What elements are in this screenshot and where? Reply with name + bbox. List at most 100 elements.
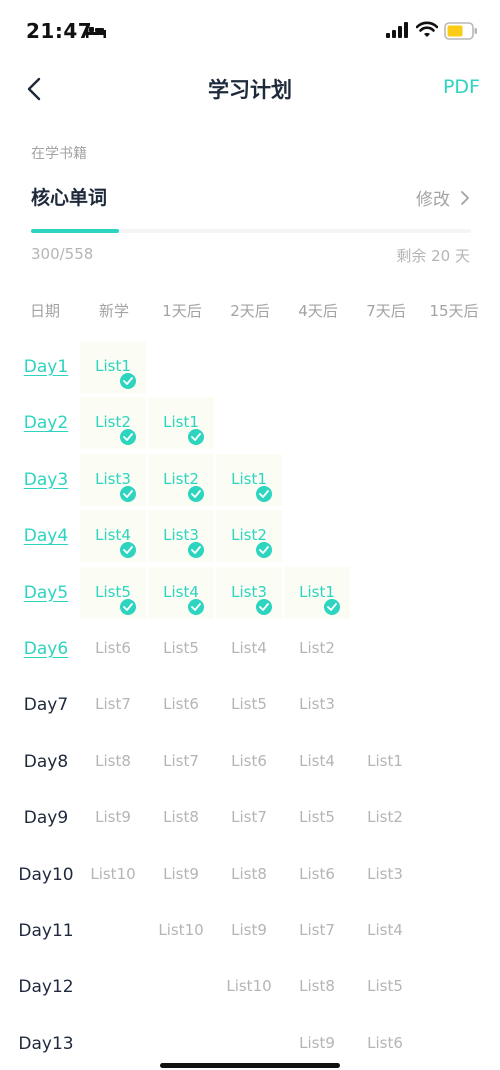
day-label[interactable]: Day1	[16, 357, 76, 377]
column-header: 4天后	[298, 302, 338, 320]
list-label: List3	[231, 582, 267, 601]
schedule-cell: List2	[284, 623, 350, 675]
schedule-cell: List1	[284, 566, 350, 619]
schedule-cell: List8	[284, 961, 350, 1013]
schedule-cell: List2	[352, 792, 418, 844]
list-label: List7	[163, 751, 199, 770]
schedule-cell: List10	[216, 961, 282, 1013]
list-label: List5	[231, 695, 267, 714]
check-icon	[256, 485, 272, 502]
schedule-cell: List4	[284, 736, 350, 788]
list-label: List10	[158, 921, 204, 939]
schedule-cell: List9	[284, 1018, 350, 1070]
wifi-icon	[416, 21, 438, 37]
schedule-cell: List2	[80, 397, 146, 450]
list-label: List9	[231, 921, 267, 939]
list-label: List1	[231, 469, 267, 488]
schedule-cell: List5	[216, 679, 282, 731]
schedule-cell: List3	[80, 453, 146, 506]
check-icon	[256, 598, 272, 615]
list-label: List2	[231, 526, 267, 545]
schedule-cell: List8	[148, 792, 214, 844]
list-label: List10	[226, 977, 272, 996]
pdf-button[interactable]: PDF	[443, 76, 480, 98]
schedule-cell: List5	[148, 623, 214, 675]
sleep-mode-icon	[86, 26, 106, 38]
list-label: List10	[90, 864, 136, 883]
schedule-cell: List1	[352, 736, 418, 788]
progress-bar-fill	[31, 229, 119, 233]
progress-count: 300/558	[31, 245, 94, 263]
battery-icon	[444, 22, 477, 40]
day-label: Day10	[18, 864, 74, 885]
check-icon	[188, 542, 204, 559]
list-label: List6	[367, 1033, 403, 1052]
list-label: List8	[163, 808, 199, 827]
modify-button[interactable]: 修改	[416, 185, 470, 210]
list-label: List1	[95, 357, 131, 375]
schedule-cell: List7	[148, 736, 214, 788]
schedule-cell: List7	[284, 905, 350, 957]
check-icon	[324, 598, 340, 615]
schedule-cell: List6	[216, 736, 282, 788]
modify-label: 修改	[416, 190, 450, 210]
chevron-right-icon	[461, 190, 469, 205]
check-icon	[120, 542, 136, 559]
day-label[interactable]: Day2	[16, 413, 76, 433]
schedule-cell: List10	[148, 905, 214, 957]
column-header: 日期	[29, 302, 60, 320]
page-title: 学习计划	[208, 78, 292, 102]
list-label: List9	[163, 864, 199, 883]
day-label: Day12	[18, 977, 74, 998]
schedule-cell: List4	[352, 905, 418, 957]
schedule-cell: List7	[216, 792, 282, 844]
list-label: List8	[299, 977, 335, 996]
day-label: Day8	[23, 751, 69, 772]
book-caption: 在学书籍	[31, 146, 87, 162]
day-label: Day13	[18, 1033, 74, 1054]
schedule-cell: List9	[80, 792, 146, 844]
list-label: List6	[299, 864, 335, 883]
schedule-cell: List3	[148, 510, 214, 563]
day-label[interactable]: Day6	[16, 639, 76, 659]
column-header: 2天后	[230, 302, 270, 320]
schedule-cell: List9	[216, 905, 282, 957]
column-header: 新学	[98, 302, 129, 320]
schedule-cell: List6	[284, 849, 350, 901]
check-icon	[120, 429, 136, 446]
list-label: List9	[95, 808, 131, 827]
schedule-cell: List4	[216, 623, 282, 675]
schedule-cell: List10	[80, 849, 146, 901]
list-label: List2	[367, 808, 403, 827]
day-label: Day7	[23, 695, 69, 716]
day-label: Day11	[18, 921, 74, 941]
schedule-cell: List4	[148, 566, 214, 619]
schedule-cell: List5	[352, 961, 418, 1013]
progress-bar	[31, 229, 471, 233]
list-label: List2	[95, 413, 131, 432]
list-label: List7	[231, 808, 267, 827]
list-label: List4	[95, 526, 131, 545]
schedule-cell: List6	[352, 1018, 418, 1070]
list-label: List3	[299, 695, 335, 714]
list-label: List4	[299, 751, 335, 770]
schedule-cell: List3	[216, 566, 282, 619]
schedule-cell: List6	[148, 679, 214, 731]
list-label: List8	[231, 864, 267, 883]
list-label: List2	[163, 469, 199, 488]
check-icon	[120, 485, 136, 502]
list-label: List4	[231, 639, 267, 657]
list-label: List1	[299, 582, 335, 601]
day-label[interactable]: Day4	[16, 526, 76, 546]
day-label[interactable]: Day3	[16, 470, 76, 490]
cellular-signal-icon	[386, 22, 408, 38]
status-time: 21:47	[26, 19, 93, 43]
schedule-cell: List1	[80, 341, 146, 393]
list-label: List3	[367, 864, 403, 883]
status-bar: 21:47	[0, 0, 500, 62]
book-name: 核心单词	[31, 187, 108, 209]
day-label[interactable]: Day5	[16, 583, 76, 603]
list-label: List4	[163, 582, 199, 601]
check-icon	[256, 542, 272, 559]
schedule-cell: List7	[80, 679, 146, 731]
